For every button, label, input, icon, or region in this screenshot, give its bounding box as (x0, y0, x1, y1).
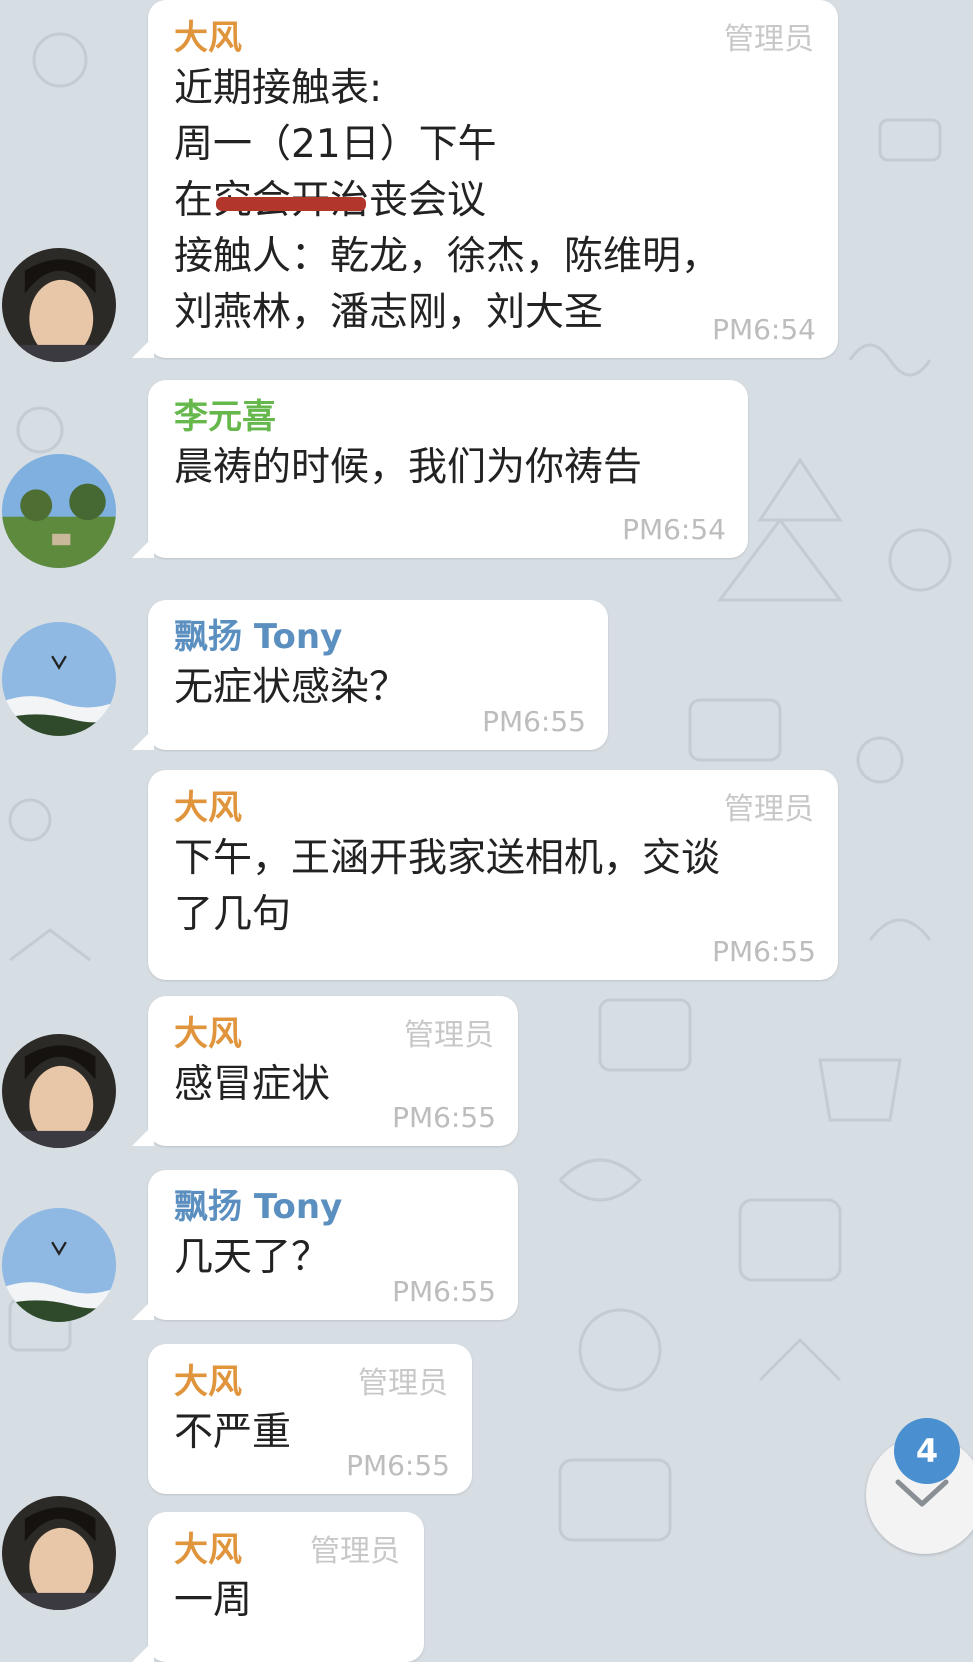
avatar-portrait-icon (2, 248, 116, 362)
redaction-mark (216, 197, 366, 211)
avatar-sky-icon (2, 622, 116, 736)
message-line: 下午，王涵开我家送相机，交谈 (174, 836, 721, 881)
message-line: 接触人：乾龙，徐杰，陈维明， (174, 234, 721, 279)
avatar-sky-icon (2, 1208, 116, 1322)
admin-badge: 管理员 (310, 1534, 400, 1569)
message-bubble[interactable]: 大风 管理员 感冒症状 PM6:55 (148, 996, 518, 1146)
message-time: PM6:55 (482, 705, 586, 738)
sender-name[interactable]: 大风 (174, 15, 242, 61)
message-text: 下午，王涵开我家送相机，交谈 了几句 (174, 831, 814, 943)
message-bubble[interactable]: 李元喜 晨祷的时候，我们为你祷告 PM6:54 (148, 380, 748, 558)
sender-name[interactable]: 飘扬 Tony (174, 614, 342, 660)
avatar-portrait-icon (2, 1496, 116, 1610)
avatar[interactable] (2, 1496, 116, 1610)
message-text: 一周 (174, 1573, 400, 1629)
message-line: 晨祷的时候，我们为你祷告 (174, 445, 643, 490)
admin-badge: 管理员 (404, 1018, 494, 1053)
avatar[interactable] (2, 1208, 116, 1322)
avatar[interactable] (2, 1034, 116, 1148)
sender-name[interactable]: 大风 (174, 1527, 242, 1573)
message-line: 近期接触表: (174, 66, 383, 111)
message-bubble[interactable]: 大风 管理员 近期接触表: 周一（21日）下午 在究会开治丧会议 接触人：乾龙，… (148, 0, 838, 358)
message-time: PM6:55 (392, 1101, 496, 1134)
admin-badge: 管理员 (724, 22, 814, 57)
unread-count-badge[interactable]: 4 (894, 1418, 960, 1484)
message-text: 近期接触表: 周一（21日）下午 在究会开治丧会议 接触人：乾龙，徐杰，陈维明，… (174, 61, 814, 341)
sender-name[interactable]: 大风 (174, 1011, 242, 1057)
message-text: 晨祷的时候，我们为你祷告 (174, 440, 724, 496)
message-bubble[interactable]: 大风 管理员 一周 (148, 1512, 424, 1662)
avatar-portrait-icon (2, 1034, 116, 1148)
message-line: 周一（21日）下午 (174, 122, 497, 167)
message-time: PM6:55 (392, 1275, 496, 1308)
message-bubble[interactable]: 飘扬 Tony 无症状感染？ PM6:55 (148, 600, 608, 750)
avatar[interactable] (2, 248, 116, 362)
message-line: 在究会开治丧会议 (174, 173, 814, 229)
sender-name[interactable]: 飘扬 Tony (174, 1184, 342, 1230)
message-time: PM6:55 (346, 1449, 450, 1482)
admin-badge: 管理员 (724, 792, 814, 827)
sender-name[interactable]: 大风 (174, 785, 242, 831)
message-time: PM6:55 (712, 935, 816, 968)
message-bubble[interactable]: 大风 管理员 不严重 PM6:55 (148, 1344, 472, 1494)
avatar-landscape-icon (2, 454, 116, 568)
admin-badge: 管理员 (358, 1366, 448, 1401)
message-bubble[interactable]: 飘扬 Tony 几天了？ PM6:55 (148, 1170, 518, 1320)
avatar[interactable] (2, 622, 116, 736)
sender-name[interactable]: 李元喜 (174, 394, 276, 440)
sender-name[interactable]: 大风 (174, 1359, 242, 1405)
message-time: PM6:54 (712, 313, 816, 346)
message-bubble[interactable]: 大风 管理员 下午，王涵开我家送相机，交谈 了几句 PM6:55 (148, 770, 838, 980)
message-time: PM6:54 (622, 513, 726, 546)
avatar[interactable] (2, 454, 116, 568)
message-line: 一周 (174, 1578, 253, 1623)
